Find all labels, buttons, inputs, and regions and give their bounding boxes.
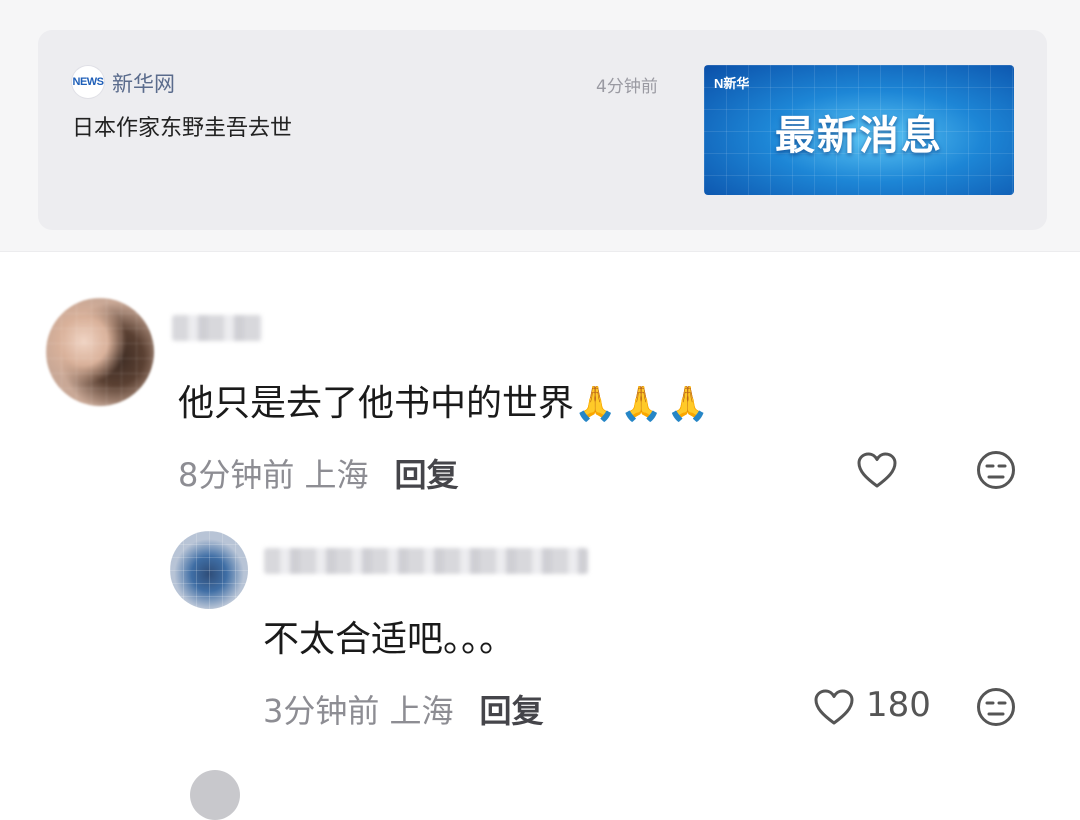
commenter-avatar[interactable]	[46, 298, 154, 406]
reply-avatar[interactable]	[170, 531, 248, 609]
source-logo: NEWS	[72, 66, 104, 98]
comment-text: 他只是去了他书中的世界🙏🙏🙏	[178, 374, 713, 426]
thumbnail-logo-mark: N新华	[714, 76, 750, 91]
news-title[interactable]: 日本作家东野圭吾去世	[72, 110, 292, 142]
reply-button[interactable]: 回复	[480, 686, 544, 732]
reply-username-blurred[interactable]	[264, 548, 588, 574]
thumbnail-headline: 最新消息	[775, 113, 943, 159]
source-logo-text: NEWS	[72, 76, 105, 88]
commenter-username-blurred[interactable]	[172, 315, 262, 341]
news-thumbnail[interactable]: N新华 最新消息	[704, 65, 1014, 195]
meh-face-icon[interactable]	[976, 450, 1016, 490]
reply-meta: 3分钟前 上海 回复	[263, 686, 544, 732]
heart-outline-icon[interactable]	[856, 451, 898, 489]
comment-time-location: 8分钟前 上海	[178, 456, 369, 494]
source-name[interactable]: 新华网	[112, 68, 175, 98]
next-comment-avatar[interactable]	[190, 770, 240, 820]
meh-face-icon[interactable]	[976, 687, 1016, 727]
reply-text: 不太合适吧。。。	[263, 619, 516, 660]
news-section: NEWS 新华网 4分钟前 日本作家东野圭吾去世 N新华 最新消息	[0, 0, 1080, 252]
heart-outline-icon[interactable]	[813, 688, 855, 726]
like-count: 180	[866, 685, 931, 725]
comment-body: 他只是去了他书中的世界	[178, 383, 575, 424]
reply-time-location: 3分钟前 上海	[263, 692, 454, 730]
news-card[interactable]: NEWS 新华网 4分钟前 日本作家东野圭吾去世 N新华 最新消息	[38, 30, 1047, 230]
news-timestamp: 4分钟前	[596, 77, 658, 97]
comment-meta: 8分钟前 上海 回复	[178, 450, 459, 496]
reply-button[interactable]: 回复	[395, 450, 459, 496]
pray-emoji: 🙏🙏🙏	[574, 384, 714, 424]
